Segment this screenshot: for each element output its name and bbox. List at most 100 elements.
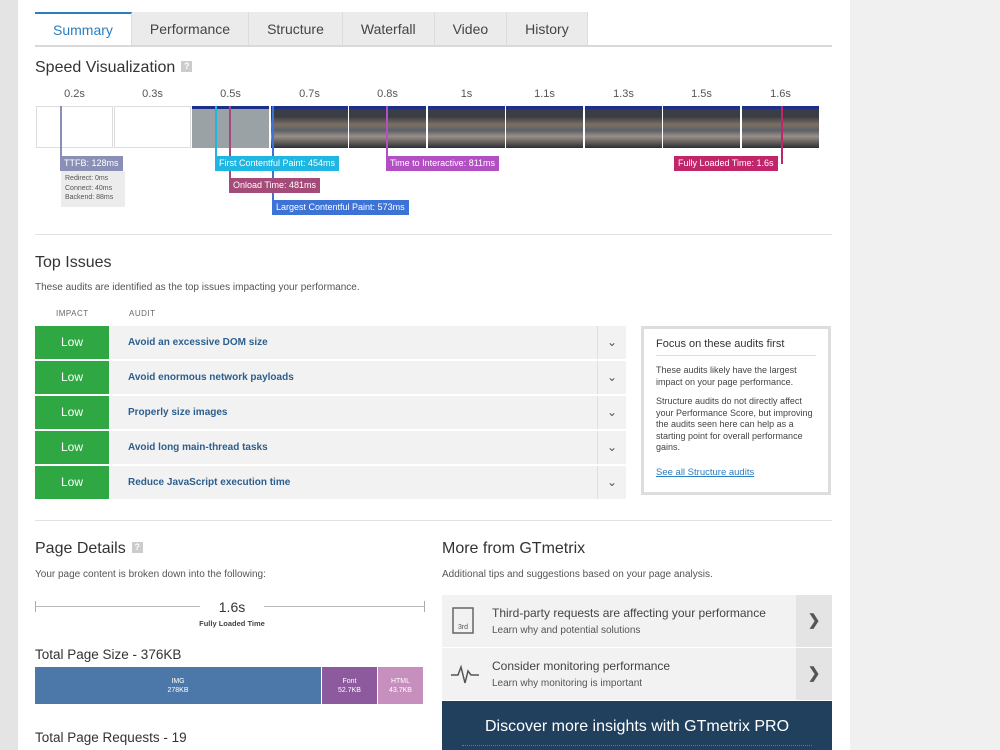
backend-time: Backend: 88ms [65, 194, 114, 201]
total-page-requests-title: Total Page Requests - 19 [35, 730, 187, 745]
impact-badge: Low [35, 326, 109, 359]
chevron-down-icon[interactable]: ⌄ [597, 466, 626, 499]
connect-time: Connect: 40ms [65, 184, 113, 192]
section-divider [35, 520, 832, 521]
frame-time-4: 0.7s [299, 88, 320, 100]
filmstrip-frame[interactable] [428, 106, 505, 148]
chevron-right-icon[interactable]: ❯ [796, 648, 832, 700]
focus-panel-title: Focus on these audits first [656, 338, 816, 356]
page-details-subtitle: Your page content is broken down into th… [35, 569, 266, 580]
chevron-down-icon[interactable]: ⌄ [597, 361, 626, 394]
issue-row[interactable]: Low Avoid an excessive DOM size ⌄ [35, 326, 626, 359]
fcp-label: First Contentful Paint: 454ms [215, 156, 340, 171]
audit-name[interactable]: Avoid long main-thread tasks [128, 431, 268, 464]
third-party-tip[interactable]: 3rd Third-party requests are affecting y… [442, 595, 832, 647]
size-bar-html[interactable]: HTML 43.7KB [378, 667, 423, 704]
size-bar-value: 52.7KB [338, 687, 361, 694]
filmstrip-frame[interactable] [585, 106, 662, 148]
tab-structure[interactable]: Structure [249, 12, 343, 46]
impact-column-header: IMPACT [56, 309, 89, 318]
frame-time-8: 1.3s [613, 88, 634, 100]
audit-name[interactable]: Reduce JavaScript execution time [128, 466, 290, 499]
tab-history[interactable]: History [507, 12, 588, 46]
focus-audits-panel: Focus on these audits first These audits… [641, 326, 831, 495]
chevron-down-icon[interactable]: ⌄ [597, 326, 626, 359]
tip-subtitle: Learn why and potential solutions [492, 625, 641, 636]
tip-subtitle: Learn why monitoring is important [492, 678, 643, 689]
fully-loaded-value: 1.6s [200, 599, 264, 615]
speed-visualization-heading: Speed Visualization? [35, 59, 193, 77]
size-bar-label: IMG [171, 678, 185, 685]
frame-time-9: 1.5s [691, 88, 712, 100]
impact-badge: Low [35, 431, 109, 464]
top-issues-subtitle: These audits are identified as the top i… [35, 282, 360, 293]
frame-time-5: 0.8s [377, 88, 398, 100]
tab-performance[interactable]: Performance [131, 12, 250, 46]
ttfb-label: TTFB: 128ms [60, 156, 123, 171]
ttfb-breakdown: Redirect: 0ms Connect: 40ms Backend: 88m… [61, 171, 125, 207]
frame-time-10: 1.6s [770, 88, 791, 100]
tab-waterfall[interactable]: Waterfall [342, 12, 435, 46]
report-tabs: Summary Performance Structure Waterfall … [35, 12, 588, 46]
page-details-title: Page Details [35, 540, 126, 557]
filmstrip-frame[interactable] [663, 106, 740, 148]
help-icon[interactable]: ? [181, 61, 193, 72]
size-bar-img[interactable]: IMG 278KB [35, 667, 321, 704]
issue-row[interactable]: Low Avoid enormous network payloads ⌄ [35, 361, 626, 394]
audit-name[interactable]: Avoid an excessive DOM size [128, 326, 268, 359]
chevron-right-icon[interactable]: ❯ [796, 595, 832, 647]
fully-loaded-caption: Fully Loaded Time [199, 619, 265, 628]
top-issues-title: Top Issues [35, 254, 112, 271]
frame-time-6: 1s [460, 88, 473, 100]
size-bar-label: HTML [390, 678, 411, 685]
help-icon[interactable]: ? [131, 542, 143, 553]
audit-name[interactable]: Avoid enormous network payloads [128, 361, 294, 394]
impact-badge: Low [35, 466, 109, 499]
chevron-down-icon[interactable]: ⌄ [597, 431, 626, 464]
gtmetrix-pro-banner[interactable]: Discover more insights with GTmetrix PRO [442, 701, 832, 750]
filmstrip-frame[interactable] [36, 106, 113, 148]
tab-video[interactable]: Video [434, 12, 508, 46]
focus-panel-text: These audits likely have the largest imp… [656, 365, 797, 387]
see-structure-audits-link[interactable]: See all Structure audits [656, 467, 754, 478]
issue-row[interactable]: Low Avoid long main-thread tasks ⌄ [35, 431, 626, 464]
impact-badge: Low [35, 396, 109, 429]
speed-visualization-title: Speed Visualization [35, 59, 176, 76]
audit-name[interactable]: Properly size images [128, 396, 228, 429]
tip-title: Third-party requests are affecting your … [492, 606, 766, 620]
svg-text:3rd: 3rd [458, 624, 468, 631]
fully-loaded-label: Fully Loaded Time: 1.6s [674, 156, 778, 171]
redirect-time: Redirect: 0ms [65, 175, 109, 182]
frame-time-7: 1.1s [534, 88, 555, 100]
monitoring-tip[interactable]: Consider monitoring performance Learn wh… [442, 648, 832, 700]
onload-marker-line [229, 106, 231, 186]
size-bar-font[interactable]: Font 52.7KB [322, 667, 377, 704]
onload-label: Onload Time: 481ms [229, 178, 321, 193]
pro-banner-text-cutoff [462, 745, 812, 749]
issue-row[interactable]: Low Properly size images ⌄ [35, 396, 626, 429]
tti-label: Time to Interactive: 811ms [386, 156, 500, 171]
tip-title: Consider monitoring performance [492, 659, 671, 673]
tab-summary[interactable]: Summary [35, 12, 132, 46]
frame-time-3: 0.5s [220, 88, 241, 100]
tab-underline [35, 45, 832, 47]
size-bar-value: 278KB [167, 687, 189, 694]
fully-loaded-marker-line [781, 106, 783, 164]
chevron-down-icon[interactable]: ⌄ [597, 396, 626, 429]
left-gutter [0, 0, 18, 750]
more-from-gtmetrix-subtitle: Additional tips and suggestions based on… [442, 569, 713, 580]
page-details-heading: Page Details? [35, 540, 143, 558]
right-gutter [850, 0, 1000, 750]
audit-column-header: AUDIT [129, 309, 156, 318]
issue-row[interactable]: Low Reduce JavaScript execution time ⌄ [35, 466, 626, 499]
filmstrip-frame[interactable] [506, 106, 583, 148]
frame-time-1: 0.2s [64, 88, 85, 100]
size-bar-label: Font [342, 678, 357, 685]
filmstrip-frame[interactable] [114, 106, 191, 148]
timeline-tick [424, 601, 425, 612]
pulse-icon [451, 658, 479, 688]
section-divider [35, 234, 832, 235]
size-bar-value: 43.7KB [389, 687, 412, 694]
more-from-gtmetrix-title: More from GTmetrix [442, 540, 586, 557]
filmstrip-frame[interactable] [271, 106, 348, 148]
